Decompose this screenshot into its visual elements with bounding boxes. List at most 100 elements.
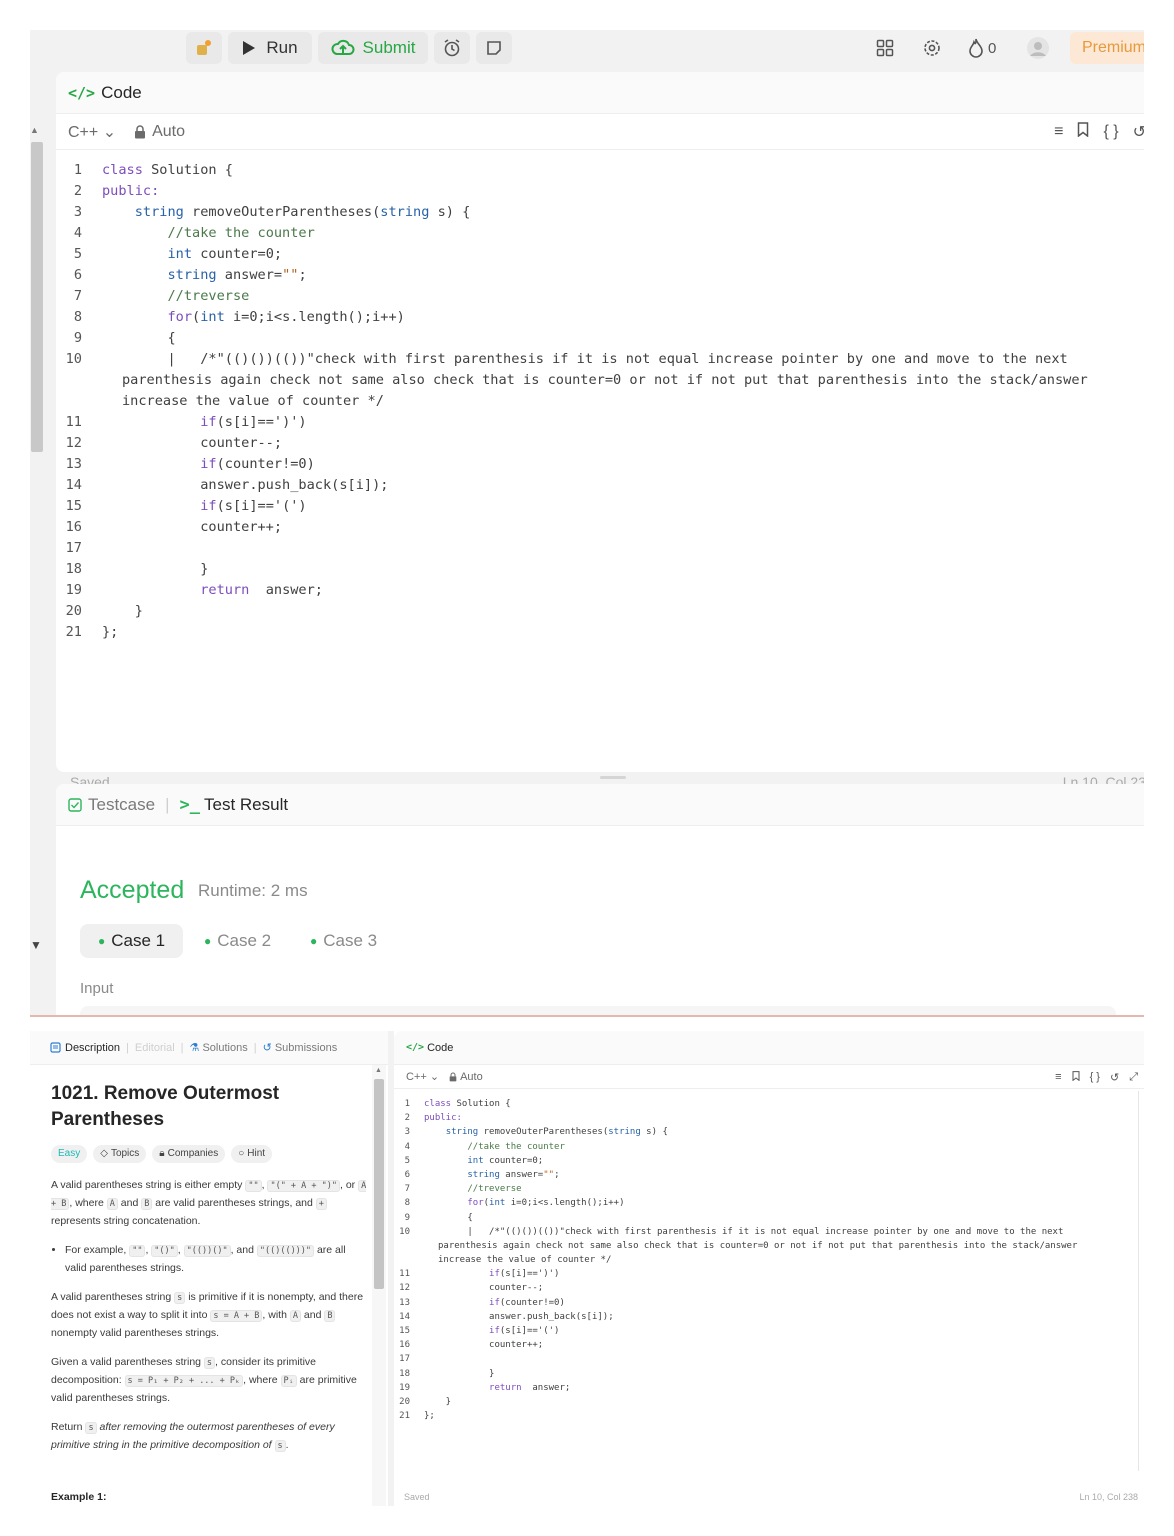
code-line[interactable]: 8 for(int i=0;i<s.length();i++)	[56, 307, 1144, 328]
code-line[interactable]: 11 if(s[i]==')')	[394, 1267, 1144, 1281]
reset-icon[interactable]: ↺	[1110, 1071, 1119, 1084]
code-line[interactable]: 20 }	[394, 1395, 1144, 1409]
code-line[interactable]: 21};	[394, 1409, 1144, 1423]
left-panel-scrollbar[interactable]: ▲ ▼	[30, 70, 44, 1000]
flame-icon	[969, 38, 983, 58]
case-tab-1[interactable]: ● Case 1	[80, 924, 184, 958]
language-selector[interactable]: C++ ⌄	[406, 1070, 439, 1083]
code-line[interactable]: 19 return answer;	[394, 1381, 1144, 1395]
hint-tag[interactable]: ○ Hint	[231, 1145, 273, 1163]
premium-button[interactable]: Premium	[1070, 32, 1144, 64]
tab-solutions[interactable]: ⚗ Solutions	[190, 1041, 248, 1054]
code-line[interactable]: 14 answer.push_back(s[i]);	[394, 1310, 1144, 1324]
description-scrollbar[interactable]: ▲	[372, 1065, 386, 1506]
code-line[interactable]: 16 counter++;	[394, 1338, 1144, 1352]
code-line[interactable]: 7 //treverse	[394, 1182, 1144, 1196]
code-line[interactable]: 14 answer.push_back(s[i]);	[56, 475, 1144, 496]
line-number: 11	[399, 1269, 410, 1280]
run-button[interactable]: Run	[228, 32, 312, 64]
editor-scrollbar[interactable]	[1138, 1091, 1144, 1471]
code-line[interactable]: 11 if(s[i]==')')	[56, 412, 1144, 433]
tab-submissions[interactable]: ↺ Submissions	[263, 1041, 338, 1054]
format-icon[interactable]: ≡	[1055, 1071, 1061, 1083]
auto-mode[interactable]: Auto	[134, 123, 185, 141]
scroll-down-arrow-icon[interactable]: ▼	[30, 938, 42, 952]
debug-icon[interactable]	[186, 32, 222, 64]
tab-testcase[interactable]: Testcase	[68, 795, 155, 815]
tab-separator: |	[253, 1041, 257, 1054]
code-line[interactable]: 9 {	[394, 1211, 1144, 1225]
code-text: counter--;	[424, 1283, 544, 1294]
format-icon[interactable]: ≡	[1054, 123, 1063, 141]
code-line[interactable]: 17	[394, 1352, 1144, 1366]
braces-icon[interactable]: { }	[1103, 123, 1118, 141]
streak-button[interactable]: 0	[968, 36, 996, 60]
code-line[interactable]: 13 if(counter!=0)	[394, 1296, 1144, 1310]
note-icon[interactable]	[476, 32, 512, 64]
braces-icon[interactable]: { }	[1090, 1071, 1100, 1083]
tab-test-result[interactable]: >_ Test Result	[180, 795, 289, 815]
code-line[interactable]: 1 class Solution {	[56, 160, 1144, 181]
code-line[interactable]: 13 if(counter!=0)	[56, 454, 1144, 475]
code-line[interactable]: 12 counter--;	[394, 1281, 1144, 1295]
code-line[interactable]: 4 //take the counter	[394, 1140, 1144, 1154]
code-line[interactable]: 5 int counter=0;	[56, 244, 1144, 265]
code-line[interactable]: 9 {	[56, 328, 1144, 349]
panel-resize-handle[interactable]	[600, 776, 626, 779]
code-line[interactable]: 17	[56, 538, 1144, 559]
avatar[interactable]	[1026, 36, 1050, 60]
code-line[interactable]: 5 int counter=0;	[394, 1154, 1144, 1168]
code-line[interactable]: 12 counter--;	[56, 433, 1144, 454]
code-line[interactable]: 2 public:	[56, 181, 1144, 202]
gear-icon[interactable]	[922, 36, 942, 60]
layout-grid-icon[interactable]	[876, 36, 894, 60]
scroll-up-arrow-icon[interactable]: ▲	[30, 125, 39, 135]
case-tab-3[interactable]: ● Case 3	[292, 924, 395, 958]
scrollbar-thumb[interactable]	[374, 1079, 384, 1289]
code-line[interactable]: 19 return answer;	[56, 580, 1144, 601]
code-line[interactable]: 15 if(s[i]=='(')	[56, 496, 1144, 517]
line-number: 18	[65, 561, 82, 577]
code-line[interactable]: 7 //treverse	[56, 286, 1144, 307]
expand-icon[interactable]: ⤢	[1129, 1071, 1138, 1084]
code-line[interactable]: 3 string removeOuterParentheses(string s…	[394, 1125, 1144, 1139]
code-area[interactable]: 1 class Solution {2 public: 3 string remove…	[56, 150, 1144, 643]
scrollbar-thumb[interactable]	[31, 142, 43, 452]
auto-mode[interactable]: Auto	[449, 1071, 483, 1083]
example-title: Example 1:	[51, 1491, 107, 1503]
code-line[interactable]: 15 if(s[i]=='(')	[394, 1324, 1144, 1338]
code-line[interactable]: 2 public:	[394, 1111, 1144, 1125]
description-paragraph: Given a valid parentheses string s, cons…	[51, 1356, 357, 1404]
submit-button[interactable]: Submit	[318, 32, 428, 64]
scroll-up-arrow-icon[interactable]: ▲	[375, 1067, 382, 1074]
bookmark-icon[interactable]	[1077, 122, 1089, 142]
case-tab-2[interactable]: ● Case 2	[186, 924, 289, 958]
code-line[interactable]: 18 }	[56, 559, 1144, 580]
code-line[interactable]: 1 class Solution {	[394, 1097, 1144, 1111]
tab-description[interactable]: Description	[50, 1042, 120, 1054]
code-editor-panel: </> Code C++ ⌄ Auto ≡ { } ↺ 1 class Solut…	[56, 72, 1144, 790]
history-icon: ↺	[262, 1042, 272, 1054]
bookmark-icon[interactable]	[1072, 1070, 1080, 1084]
code-area[interactable]: 1 class Solution {2 public: 3 string remove…	[394, 1089, 1144, 1423]
code-line[interactable]: 16 counter++;	[56, 517, 1144, 538]
code-line[interactable]: 6 string answer="";	[394, 1168, 1144, 1182]
code-line[interactable]: 3 string removeOuterParentheses(string s…	[56, 202, 1144, 223]
line-number: 19	[399, 1382, 410, 1393]
code-line[interactable]: 8 for(int i=0;i<s.length();i++)	[394, 1196, 1144, 1210]
language-selector[interactable]: C++ ⌄	[68, 122, 116, 142]
reset-icon[interactable]: ↺	[1133, 122, 1144, 142]
code-line[interactable]: 10 | /*"(()())(())"check with first pare…	[56, 349, 1144, 370]
alarm-icon[interactable]	[434, 32, 470, 64]
topics-tag[interactable]: ◇ Topics	[93, 1145, 147, 1163]
tab-editorial[interactable]: Editorial	[135, 1042, 175, 1054]
companies-tag[interactable]: 🔒︎ Companies	[152, 1145, 226, 1163]
code-text: };	[424, 1411, 435, 1422]
code-line[interactable]: 20 }	[56, 601, 1144, 622]
code-line[interactable]: 6 string answer="";	[56, 265, 1144, 286]
code-icon: </>	[406, 1042, 425, 1053]
code-line[interactable]: 21};	[56, 622, 1144, 643]
code-line[interactable]: 4 //take the counter	[56, 223, 1144, 244]
code-line[interactable]: 18 }	[394, 1367, 1144, 1381]
code-line[interactable]: 10 | /*"(()())(())"check with first pare…	[394, 1225, 1144, 1239]
